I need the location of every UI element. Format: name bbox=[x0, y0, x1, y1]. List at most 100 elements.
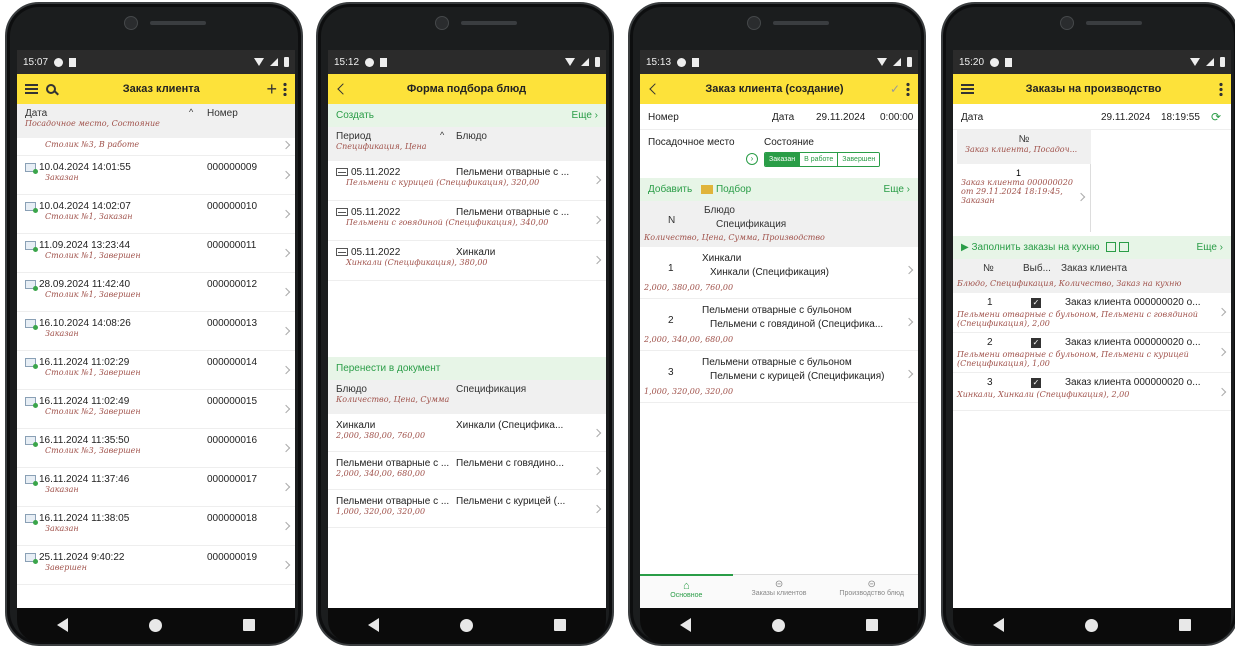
table-row[interactable]: 1 Хинкали Хинкали (Спецификация) 2,000, 380… bbox=[640, 247, 918, 299]
home-icon[interactable] bbox=[459, 618, 473, 632]
chevron-right-icon bbox=[1217, 347, 1227, 357]
table-row[interactable]: 1 ✓ Заказ клиента 000000020 о... Пельмени о… bbox=[953, 293, 1231, 333]
row-dish: Хинкали bbox=[702, 253, 742, 264]
phone-earpiece bbox=[407, 16, 523, 32]
more-menu-icon[interactable] bbox=[283, 82, 287, 96]
page-title: Заказ клиента (создание) bbox=[705, 83, 844, 95]
list-item[interactable]: Столик №3, В работе bbox=[17, 138, 295, 156]
open-seat-icon[interactable]: › bbox=[746, 153, 758, 165]
row-top: 3 ✓ Заказ клиента 000000020 о... bbox=[957, 377, 1217, 390]
more-menu-icon[interactable] bbox=[906, 82, 910, 96]
list-item[interactable]: 16.11.2024 11:37:46 000000017 Заказан bbox=[17, 468, 295, 507]
table-row[interactable]: 2 Пельмени отварные с бульоном Пельмени с … bbox=[640, 299, 918, 351]
checkbox-checked[interactable]: ✓ bbox=[1031, 338, 1041, 348]
play-icon[interactable]: ▶ bbox=[961, 242, 969, 253]
state-done[interactable]: Завершен bbox=[837, 153, 880, 166]
home-icon[interactable] bbox=[148, 618, 162, 632]
list-header[interactable]: Период ^ Блюдо Спецификация, Цена bbox=[328, 127, 606, 161]
table-row[interactable]: 2 ✓ Заказ клиента 000000020 о... Пельмени о… bbox=[953, 333, 1231, 373]
home-icon[interactable] bbox=[1084, 618, 1098, 632]
col-number[interactable]: Номер bbox=[207, 108, 238, 119]
search-icon[interactable] bbox=[46, 84, 56, 94]
time-field[interactable]: 0:00:00 bbox=[880, 112, 913, 123]
list-item[interactable]: 10.04.2024 14:01:55 000000009 Заказан bbox=[17, 156, 295, 195]
transfer-button[interactable]: Перенести в документ bbox=[336, 363, 440, 374]
add-icon[interactable]: + bbox=[266, 80, 277, 98]
list-item[interactable]: 10.04.2024 14:02:07 000000010 Столик №1, З… bbox=[17, 195, 295, 234]
list-item[interactable]: Хинкали Хинкали (Специфика... 2,000, 380,0… bbox=[328, 414, 606, 452]
dishes-table: 1 Хинкали Хинкали (Спецификация) 2,000, 380… bbox=[640, 247, 918, 403]
recents-icon[interactable] bbox=[242, 619, 255, 631]
more-menu-icon[interactable] bbox=[1219, 82, 1223, 96]
more-button[interactable]: Еще › bbox=[884, 184, 910, 195]
row-number: 000000011 bbox=[207, 240, 257, 251]
list-header[interactable]: Дата ^ Номер Посадочное место, Состояние bbox=[17, 104, 295, 138]
chevron-right-icon bbox=[904, 265, 914, 275]
back-icon[interactable] bbox=[368, 618, 380, 632]
row-sub: Хинкали (Спецификация), 380,00 bbox=[346, 258, 488, 267]
recents-icon[interactable] bbox=[865, 619, 878, 631]
row-sub: Пельмени отварные с бульоном, Пельмени с… bbox=[957, 350, 1189, 368]
recents-icon[interactable] bbox=[553, 619, 566, 631]
list-item[interactable]: 16.10.2024 14:08:26 000000013 Заказан bbox=[17, 312, 295, 351]
checkbox-checked[interactable]: ✓ bbox=[1031, 298, 1041, 308]
sort-asc-icon[interactable]: ^ bbox=[189, 107, 193, 117]
row-spec: Пельмени с говядино... bbox=[456, 458, 565, 469]
back-icon[interactable] bbox=[680, 618, 692, 632]
check-icon[interactable]: ✓ bbox=[890, 82, 900, 96]
col-dish[interactable]: Блюдо bbox=[456, 131, 487, 142]
home-icon[interactable] bbox=[771, 618, 785, 632]
state-switch[interactable]: Заказан В работе Завершен bbox=[764, 152, 881, 167]
recents-icon[interactable] bbox=[1178, 619, 1191, 631]
back-icon[interactable] bbox=[57, 618, 69, 632]
uncheck-all-icon[interactable] bbox=[1119, 242, 1130, 253]
add-button[interactable]: Добавить bbox=[648, 184, 692, 195]
row-dish: Пельмени отварные с ... bbox=[456, 207, 570, 218]
order-card[interactable]: 1 Заказ клиента 000000020 от 29.11.2024 … bbox=[957, 164, 1091, 232]
create-button[interactable]: Создать bbox=[336, 110, 374, 121]
back-icon[interactable] bbox=[993, 618, 1005, 632]
list-item[interactable]: Пельмени отварные с ... Пельмени с курице… bbox=[328, 490, 606, 528]
tab-client-orders[interactable]: ⊝ Заказы клиентов bbox=[733, 575, 826, 608]
list-item[interactable]: 28.09.2024 11:42:40 000000012 Столик №1, З… bbox=[17, 273, 295, 312]
check-all-icon[interactable] bbox=[1106, 242, 1117, 253]
row-spec: Пельмени с курицей (... bbox=[456, 496, 566, 507]
more-button[interactable]: Еще › bbox=[572, 110, 598, 121]
list-item[interactable]: 16.11.2024 11:35:50 000000016 Столик №3, З… bbox=[17, 429, 295, 468]
col-sub: Спецификация, Цена bbox=[336, 142, 427, 151]
list-item[interactable]: 05.11.2022 Хинкали Хинкали (Спецификация),… bbox=[328, 241, 606, 281]
sort-asc-icon[interactable]: ^ bbox=[440, 130, 444, 140]
pick-button[interactable]: Подбор bbox=[716, 184, 751, 195]
tab-main[interactable]: ⌂ Основное bbox=[640, 574, 733, 608]
col-period[interactable]: Период bbox=[336, 131, 371, 142]
refresh-icon[interactable]: ⟳ bbox=[1211, 110, 1221, 124]
tab-production[interactable]: ⊝ Производство блюд bbox=[825, 575, 918, 608]
menu-icon[interactable] bbox=[25, 84, 38, 94]
row-n: 3 bbox=[668, 367, 674, 378]
table-row[interactable]: 3 Пельмени отварные с бульоном Пельмени с … bbox=[640, 351, 918, 403]
row-sub: 2,000, 340,00, 680,00 bbox=[336, 469, 426, 478]
list-item[interactable]: 16.11.2024 11:02:49 000000015 Столик №2, З… bbox=[17, 390, 295, 429]
list-item[interactable]: 25.11.2024 9:40:22 000000019 Завершен bbox=[17, 546, 295, 585]
list-item[interactable]: 16.11.2024 11:38:05 000000018 Заказан bbox=[17, 507, 295, 546]
checkbox-checked[interactable]: ✓ bbox=[1031, 378, 1041, 388]
list-item[interactable]: 05.11.2022 Пельмени отварные с ... Пельмен… bbox=[328, 161, 606, 201]
col-spec: Спецификация bbox=[456, 384, 527, 395]
row-date: 16.11.2024 11:02:49 bbox=[39, 396, 130, 407]
state-ordered[interactable]: Заказан bbox=[765, 153, 800, 166]
fill-kitchen-button[interactable]: Заполнить заказы на кухню bbox=[971, 242, 1099, 253]
date-field[interactable]: 29.11.2024 bbox=[816, 112, 865, 123]
seat-label: Посадочное место bbox=[648, 137, 735, 148]
col-date[interactable]: Дата bbox=[25, 108, 47, 119]
time-field[interactable]: 18:19:55 bbox=[1161, 112, 1200, 123]
table-row[interactable]: 3 ✓ Заказ клиента 000000020 о... Хинкали, Х… bbox=[953, 373, 1231, 411]
menu-icon[interactable] bbox=[961, 84, 974, 94]
more-button[interactable]: Еще › bbox=[1197, 242, 1223, 253]
list-item[interactable]: 16.11.2024 11:02:29 000000014 Столик №1, З… bbox=[17, 351, 295, 390]
list-item[interactable]: Пельмени отварные с ... Пельмени с говяди… bbox=[328, 452, 606, 490]
status-app-icon bbox=[990, 57, 1000, 67]
list-item[interactable]: 05.11.2022 Пельмени отварные с ... Пельмен… bbox=[328, 201, 606, 241]
list-item[interactable]: 11.09.2024 13:23:44 000000011 Столик №1, З… bbox=[17, 234, 295, 273]
date-field[interactable]: 29.11.2024 bbox=[1101, 112, 1150, 123]
state-in-progress[interactable]: В работе bbox=[799, 153, 838, 166]
